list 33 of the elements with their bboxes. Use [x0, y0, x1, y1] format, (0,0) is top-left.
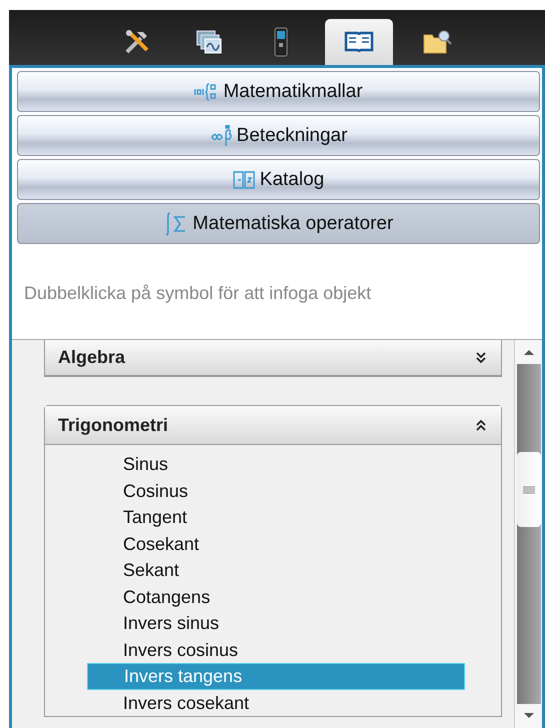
integral-sigma-icon: [164, 210, 188, 236]
section-header[interactable]: Algebra: [45, 340, 501, 376]
category-button[interactable]: Katalog: [17, 159, 540, 200]
list-item[interactable]: Invers sinus: [87, 610, 465, 636]
infinity-beta-icon: [210, 124, 232, 146]
book-icon: [344, 29, 374, 55]
tab[interactable]: [325, 19, 393, 65]
list-item[interactable]: Invers cosekant: [87, 690, 465, 716]
folder-search-icon: [422, 29, 452, 55]
category-button[interactable]: Matematiska operatorer: [17, 203, 540, 244]
scrollbar[interactable]: [514, 340, 542, 728]
list-item[interactable]: Sekant: [87, 557, 465, 584]
list-item[interactable]: Cosinus: [87, 478, 465, 504]
template-icon: [194, 82, 218, 102]
list-item[interactable]: Tangent: [87, 504, 465, 530]
handheld-icon: [274, 27, 288, 57]
list-item[interactable]: Sinus: [87, 451, 465, 478]
scroll-down-icon[interactable]: [522, 712, 534, 720]
hint-text: Dubbelklicka på symbol för att infoga objekt: [24, 282, 372, 304]
expand-icon: [475, 352, 487, 364]
grip-icon: [522, 486, 534, 494]
scroll-thumb[interactable]: [516, 452, 540, 527]
graph-windows-icon: [195, 28, 223, 56]
list-item[interactable]: Cosekant: [87, 530, 465, 557]
collapse-icon: [475, 419, 487, 431]
tools-icon: [123, 28, 151, 56]
category-button[interactable]: Matematikmallar: [17, 71, 540, 112]
category-button[interactable]: Beteckningar: [17, 115, 540, 156]
catalog-icon: [232, 170, 255, 190]
section-header[interactable]: Trigonometri: [45, 406, 501, 445]
list-item[interactable]: Invers cosinus: [87, 636, 465, 663]
list-item[interactable]: Cotangens: [87, 584, 465, 610]
scroll-up-icon[interactable]: [522, 348, 534, 356]
